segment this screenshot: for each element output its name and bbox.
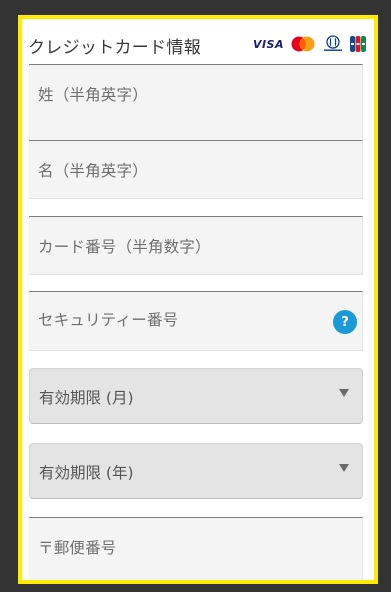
visa-icon: VISA: [252, 37, 284, 51]
card-number-placeholder: カード番号（半角数字）: [38, 238, 211, 256]
jcb-icon: [350, 36, 366, 52]
credit-card-form: クレジットカード情報 VISA 姓（半角英字） 名（半角英字） カード番号（半角…: [18, 15, 378, 584]
postal-code-field[interactable]: 〒郵便番号: [29, 517, 363, 580]
diners-icon: [324, 35, 342, 51]
accepted-cards: VISA: [253, 35, 366, 53]
last-name-field[interactable]: 姓（半角英字）: [29, 64, 363, 141]
card-number-field[interactable]: カード番号（半角数字）: [29, 216, 363, 275]
mastercard-icon: [291, 36, 315, 52]
expiry-year-select[interactable]: 有効期限 (年): [29, 443, 363, 499]
chevron-down-icon: [339, 389, 349, 397]
security-code-field[interactable]: セキュリティー番号 ?: [29, 291, 363, 351]
first-name-placeholder: 名（半角英字）: [38, 162, 148, 180]
form-title: クレジットカード情報: [28, 38, 201, 58]
expiry-month-select[interactable]: 有効期限 (月): [29, 368, 363, 424]
form-header: クレジットカード情報 VISA: [28, 31, 368, 58]
first-name-field[interactable]: 名（半角英字）: [29, 140, 363, 199]
postal-code-placeholder: 〒郵便番号: [38, 539, 117, 557]
expiry-month-label: 有効期限 (月): [39, 389, 134, 407]
expiry-year-label: 有効期限 (年): [39, 464, 134, 482]
chevron-down-icon: [339, 464, 349, 472]
security-code-placeholder: セキュリティー番号: [38, 311, 179, 329]
security-code-help-icon[interactable]: ?: [333, 310, 357, 334]
last-name-placeholder: 姓（半角英字）: [38, 86, 148, 104]
